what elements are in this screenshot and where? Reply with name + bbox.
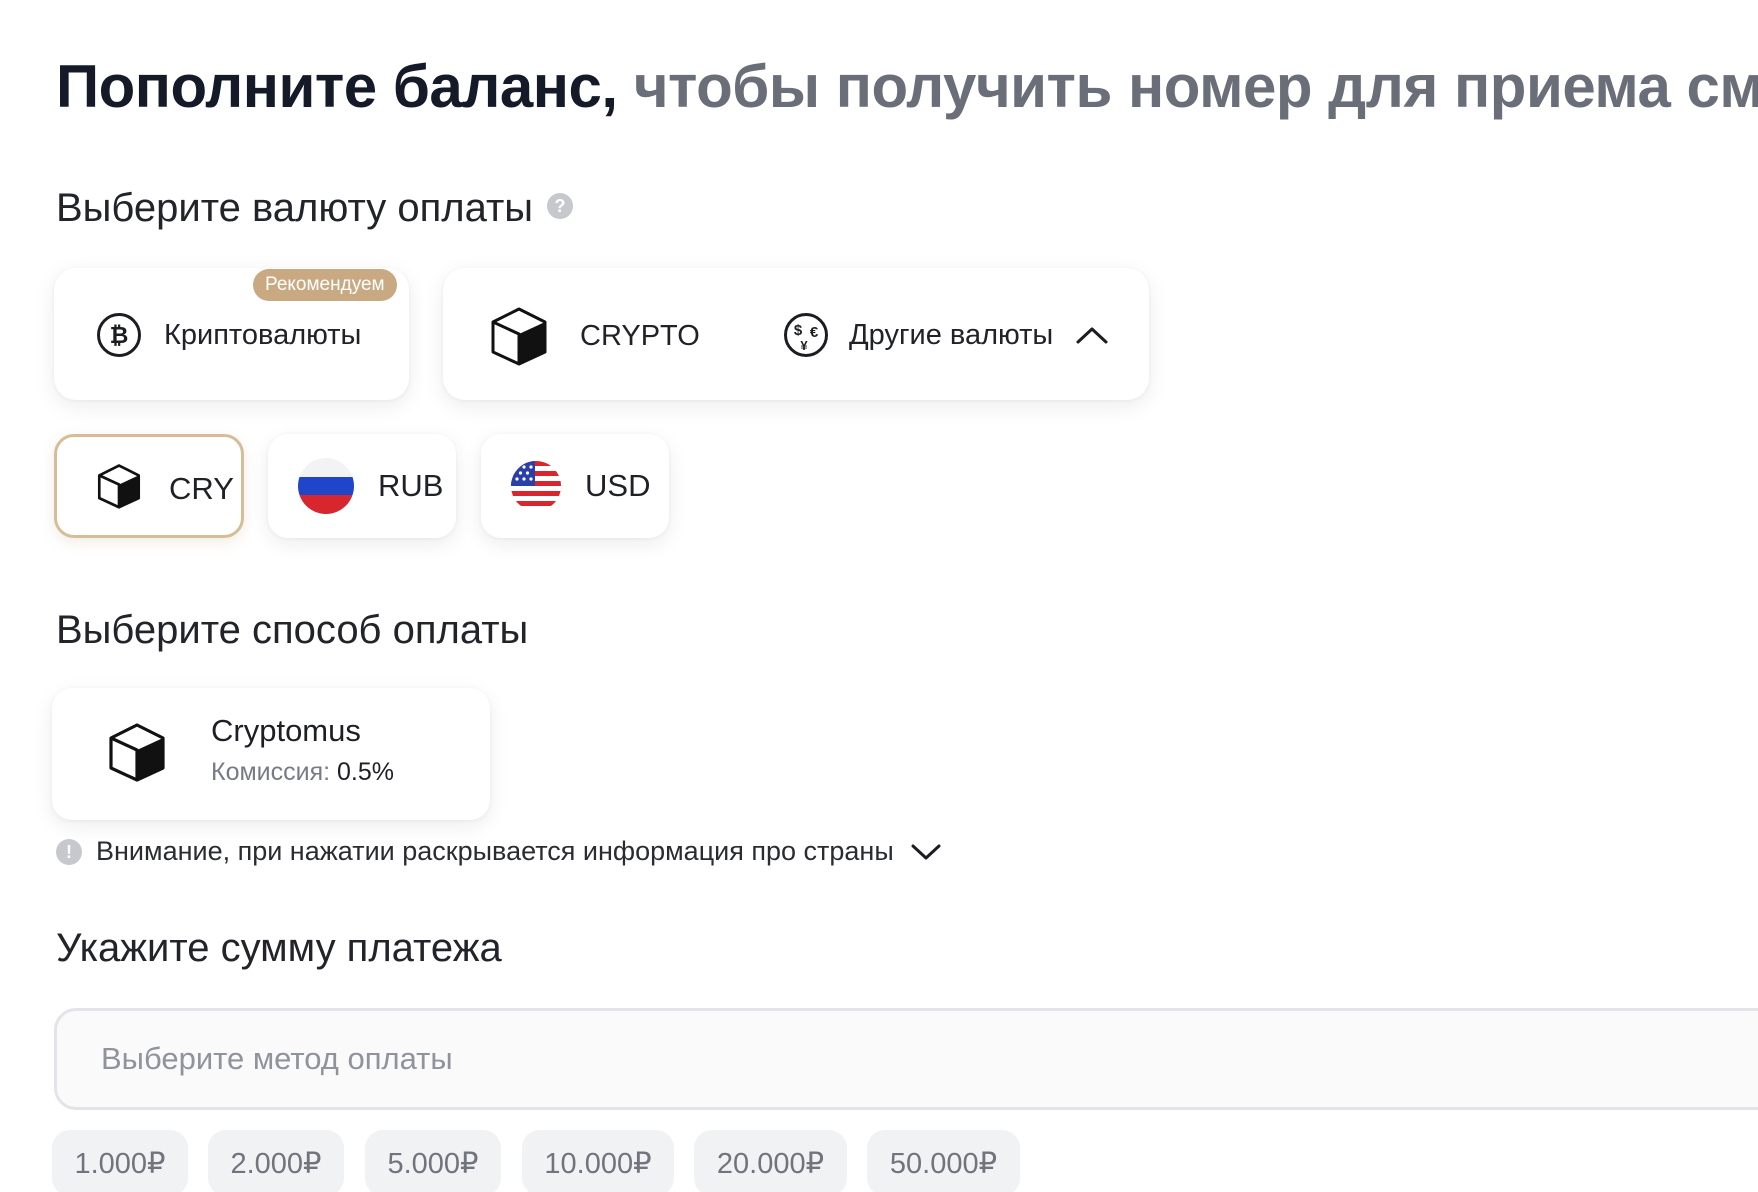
svg-text:$: $ (794, 322, 803, 339)
recommended-badge: Рекомендуем (253, 269, 397, 301)
usa-flag-icon (511, 461, 561, 511)
help-icon[interactable]: ? (547, 193, 574, 220)
method-section-title: Выберите способ оплаты (56, 608, 529, 652)
preset-amount-20000[interactable]: 20.000₽ (694, 1130, 847, 1192)
page-title-bold: Пополните баланс, (56, 53, 618, 120)
info-icon: ! (56, 838, 82, 865)
currency-card-rub[interactable]: RUB (268, 434, 456, 538)
chevron-up-icon (1075, 325, 1109, 345)
crypto-brand-label: CRYPTO (580, 319, 700, 352)
payment-method-fee: Комиссия: 0.5% (211, 758, 394, 787)
notice-text: Внимание, при нажатии раскрывается инфор… (96, 836, 894, 866)
currency-section-title: Выберите валюту оплаты? (56, 186, 574, 231)
crypto-type-option[interactable]: ₿ Криптовалюты (96, 312, 361, 358)
currency-code: CRY (169, 471, 234, 506)
currency-section-title-text: Выберите валюту оплаты (56, 186, 534, 230)
cube-icon (490, 306, 548, 366)
currency-code: USD (585, 468, 651, 503)
preset-amount-10000[interactable]: 10.000₽ (522, 1130, 674, 1192)
page-title: Пополните баланс, чтобы получить номер д… (56, 52, 1758, 121)
chevron-down-icon (910, 842, 942, 862)
currency-code: RUB (378, 468, 444, 503)
currency-exchange-icon: $ € ¥ (783, 312, 829, 358)
cryptomus-logo-icon (108, 720, 166, 784)
amount-section-title: Укажите сумму платежа (56, 926, 502, 970)
fee-label: Комиссия: (211, 758, 331, 786)
amount-input[interactable] (54, 1008, 1758, 1110)
preset-amount-50000[interactable]: 50.000₽ (867, 1130, 1020, 1192)
countries-notice-toggle[interactable]: ! Внимание, при нажатии раскрывается инф… (56, 836, 942, 867)
fee-value: 0.5% (337, 758, 395, 786)
other-currencies-option[interactable]: $ € ¥ Другие валюты (783, 312, 1109, 358)
currency-card-usd[interactable]: USD (481, 434, 669, 538)
crypto-brand-option[interactable]: CRYPTO (490, 306, 700, 366)
page-title-muted: чтобы получить номер для приема смс (633, 53, 1758, 120)
preset-amount-2000[interactable]: 2.000₽ (208, 1130, 344, 1192)
bitcoin-icon: ₿ (96, 312, 142, 358)
russia-flag-icon (298, 458, 354, 514)
payment-method-name: Cryptomus (211, 713, 361, 748)
svg-text:¥: ¥ (800, 338, 808, 353)
preset-amount-1000[interactable]: 1.000₽ (52, 1130, 188, 1192)
svg-text:€: € (810, 324, 819, 341)
crypto-type-label: Криптовалюты (164, 318, 362, 351)
cube-icon (97, 463, 141, 509)
other-currencies-label: Другие валюты (849, 318, 1054, 351)
preset-amount-5000[interactable]: 5.000₽ (365, 1130, 501, 1192)
svg-text:₿: ₿ (110, 322, 129, 348)
currency-card-cry[interactable]: CRY (54, 434, 244, 538)
